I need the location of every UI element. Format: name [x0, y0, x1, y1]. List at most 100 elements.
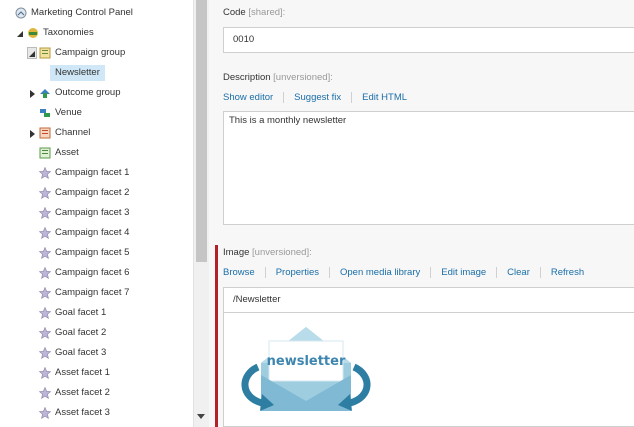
tree-node-label: Campaign facet 4: [55, 227, 130, 238]
tree-node[interactable]: Taxonomies: [0, 24, 192, 42]
description-field-label: Description [unversioned]:: [223, 72, 333, 83]
description-toolbar: Show editor Suggest fix Edit HTML: [223, 90, 407, 106]
tree-node-label: Goal facet 1: [55, 307, 107, 318]
facet-star-icon: [38, 166, 52, 179]
asset-icon: [39, 147, 51, 159]
tree-node-label: Outcome group: [55, 87, 121, 98]
code-label-text: Code: [223, 7, 246, 18]
properties-link[interactable]: Properties: [276, 267, 319, 278]
toolbar-separator: [329, 266, 330, 278]
facet-star-icon: [38, 286, 52, 299]
toolbar-separator: [351, 91, 353, 103]
facet-star-icon: [38, 386, 52, 399]
tree-node-label: Asset: [55, 147, 79, 158]
tree-node-label: Asset facet 3: [55, 407, 110, 418]
image-field-label: Image [unversioned]:: [223, 247, 312, 258]
facet-star-icon: [38, 206, 52, 219]
tree-node[interactable]: Outcome group: [0, 84, 192, 102]
code-qualifier: [shared]:: [248, 7, 286, 18]
image-path-value: /Newsletter: [233, 294, 281, 305]
venue-icon: [39, 107, 51, 119]
toolbar-separator: [264, 266, 266, 278]
tree-node-label: Campaign facet 2: [55, 187, 130, 198]
tree-node[interactable]: Goal facet 2: [0, 324, 192, 342]
tree-node[interactable]: Campaign facet 3: [0, 204, 192, 222]
image-toolbar: Browse Properties Open media library Edit i…: [223, 265, 584, 281]
tree-node[interactable]: Goal facet 1: [0, 304, 192, 322]
tree-node[interactable]: Campaign facet 4: [0, 224, 192, 242]
description-textarea[interactable]: This is a monthly newsletter: [223, 111, 634, 225]
edit-html-link[interactable]: Edit HTML: [362, 92, 407, 103]
tree-node-label: Campaign facet 7: [55, 287, 130, 298]
tree-node-label: Campaign facet 3: [55, 207, 130, 218]
collapsed-arrow-icon[interactable]: [28, 128, 36, 138]
code-value: 0010: [233, 34, 255, 45]
tree-node-label: Asset facet 2: [55, 387, 110, 398]
facet-star-icon: [38, 346, 52, 359]
thumbnail-text: newsletter: [267, 354, 346, 369]
tree-scrollbar[interactable]: [193, 0, 209, 427]
description-qualifier: [unversioned]:: [273, 72, 333, 83]
campaign-group-icon: [39, 47, 51, 59]
content-tree: Marketing Control Panel Taxonomies Campaig…: [0, 0, 192, 427]
description-label-text: Description: [223, 72, 271, 83]
tree-node[interactable]: Campaign facet 6: [0, 264, 192, 282]
facet-star-icon: [38, 326, 52, 339]
image-label-text: Image: [223, 247, 250, 258]
tree-node-label: Campaign facet 6: [55, 267, 130, 278]
tree-node[interactable]: Newsletter: [0, 64, 192, 82]
open-media-library-link[interactable]: Open media library: [340, 267, 420, 278]
tree-node-label: Newsletter: [50, 65, 105, 81]
tree-node-label: Venue: [55, 107, 82, 118]
facet-star-icon: [38, 226, 52, 239]
tree-node-label: Campaign facet 1: [55, 167, 130, 178]
edit-image-link[interactable]: Edit image: [441, 267, 486, 278]
tree-node[interactable]: Campaign facet 7: [0, 284, 192, 302]
tree-node[interactable]: Asset facet 2: [0, 384, 192, 402]
scrollbar-thumb[interactable]: [196, 0, 207, 262]
facet-star-icon: [38, 306, 52, 319]
clear-link[interactable]: Clear: [507, 267, 530, 278]
tree-node[interactable]: Venue: [0, 104, 192, 122]
tree-node[interactable]: Campaign facet 5: [0, 244, 192, 262]
tree-node-label: Taxonomies: [43, 27, 94, 38]
suggest-fix-link[interactable]: Suggest fix: [294, 92, 341, 103]
required-field-marker: [215, 245, 218, 427]
collapsed-arrow-icon[interactable]: [28, 88, 36, 98]
show-editor-link[interactable]: Show editor: [223, 92, 273, 103]
tree-node-label: Goal facet 2: [55, 327, 107, 338]
facet-star-icon: [38, 366, 52, 379]
tree-node[interactable]: Campaign group: [0, 44, 192, 62]
facet-star-icon: [38, 266, 52, 279]
tree-node[interactable]: Asset facet 3: [0, 404, 192, 422]
code-input[interactable]: 0010: [223, 27, 634, 53]
outcome-group-icon: [39, 87, 51, 99]
tree-node[interactable]: Channel: [0, 124, 192, 142]
browse-link[interactable]: Browse: [223, 267, 255, 278]
tree-node-label: Campaign facet 5: [55, 247, 130, 258]
image-path-field[interactable]: /Newsletter: [223, 287, 634, 313]
scroll-down-arrow-icon[interactable]: [197, 414, 205, 419]
tree-node[interactable]: Asset: [0, 144, 192, 162]
taxonomies-icon: [27, 27, 39, 39]
channel-icon: [39, 127, 51, 139]
tree-node-label: Goal facet 3: [55, 347, 107, 358]
refresh-link[interactable]: Refresh: [551, 267, 584, 278]
image-preview[interactable]: newsletter: [223, 313, 634, 427]
tree-node-label: Asset facet 1: [55, 367, 110, 378]
tree-node[interactable]: Campaign facet 2: [0, 184, 192, 202]
expanded-arrow-icon[interactable]: [27, 47, 37, 59]
tree-node-label: Channel: [55, 127, 91, 138]
expanded-arrow-icon[interactable]: [16, 28, 24, 38]
image-qualifier: [unversioned]:: [252, 247, 312, 258]
tree-node-label: Marketing Control Panel: [31, 7, 133, 18]
tree-node[interactable]: Campaign facet 1: [0, 164, 192, 182]
code-field-label: Code [shared]:: [223, 7, 285, 18]
tree-node[interactable]: Goal facet 3: [0, 344, 192, 362]
tree-node[interactable]: Asset facet 1: [0, 364, 192, 382]
toolbar-separator: [283, 91, 285, 103]
tree-node-label: Campaign group: [55, 47, 126, 58]
newsletter-thumbnail: newsletter: [241, 327, 371, 411]
control-panel-icon: [15, 7, 27, 19]
tree-node[interactable]: Marketing Control Panel: [0, 4, 192, 22]
